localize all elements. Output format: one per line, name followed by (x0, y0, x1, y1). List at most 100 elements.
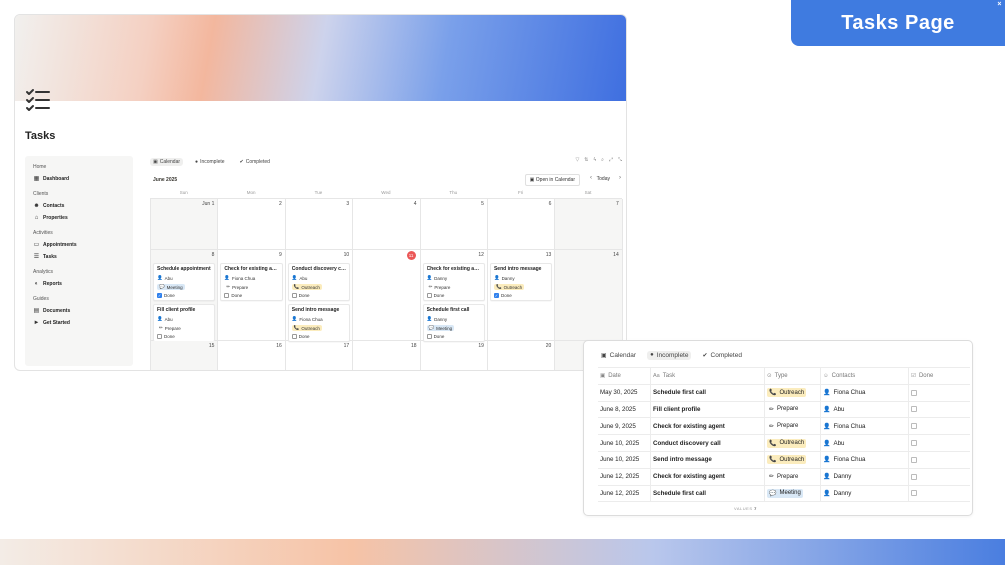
done-checkbox[interactable] (426, 293, 432, 298)
task-cell[interactable]: Schedule first call (651, 384, 765, 401)
task-card[interactable]: Send intro message 👤 Fiona Chua 📞 Outreach Do… (287, 304, 351, 342)
table-row[interactable]: June 8, 2025 Fill client profile ✏ Prepare 👤… (598, 401, 970, 419)
table-row[interactable]: June 10, 2025 Conduct discovery call 📞 Outr… (598, 435, 970, 452)
done-checkbox[interactable] (157, 334, 162, 339)
calendar-day-cell[interactable]: 7 (555, 199, 623, 250)
sidebar-item-dashboard[interactable]: ▦ Dashboard (33, 175, 125, 183)
next-month-button[interactable]: › (619, 175, 621, 181)
tasks-table: ▣ Date Aa Task ⊙ Type ☺ Contacts ☑ Done May 3… (598, 367, 971, 503)
done-checkbox[interactable]: ✓ (493, 293, 499, 298)
expand-icon[interactable]: ⤢ (609, 157, 613, 163)
tab-calendar[interactable]: ▣ Calendar (598, 351, 639, 360)
done-checkbox[interactable] (911, 406, 917, 413)
day-number: 16 (276, 343, 282, 349)
column-header-type[interactable]: ⊙ Type (765, 368, 821, 384)
done-checkbox[interactable] (426, 334, 432, 339)
calendar-day-cell[interactable]: 15 (151, 341, 219, 370)
sidebar-item-label: Appointments (43, 241, 77, 248)
sidebar-item-get-started[interactable]: ► Get Started (33, 319, 125, 326)
column-header-done[interactable]: ☑ Done (909, 368, 971, 384)
calendar-day-cell[interactable]: 10 Conduct discovery call 👤 Abu 📞 Outreach Don… (285, 250, 354, 342)
weekday-label: Wed (381, 190, 391, 195)
prepare-icon: ✏ (226, 284, 231, 289)
tab-calendar[interactable]: ▣ Calendar (150, 157, 184, 166)
sort-icon[interactable]: ⇅ (584, 157, 588, 163)
table-row[interactable]: June 9, 2025 Check for existing agent ✏ Pre… (598, 418, 970, 436)
done-checkbox[interactable]: ✓ (157, 293, 162, 298)
done-checkbox[interactable] (911, 423, 917, 430)
search-icon[interactable]: ⌕ (601, 157, 604, 163)
column-header-contacts[interactable]: ☺ Contacts (821, 368, 909, 384)
contacts-cell: 👤 Fiona Chua (821, 384, 909, 401)
table-row[interactable]: June 10, 2025 Send intro message 📞 Outreach… (598, 451, 970, 469)
done-checkbox[interactable] (291, 334, 297, 339)
task-card[interactable]: Schedule appointment 👤 Abu 💬 Meeting ✓ Done (153, 263, 216, 301)
filter-icon[interactable]: ▽ (575, 157, 579, 163)
column-header-date[interactable]: ▣ Date (598, 368, 651, 384)
calendar-day-cell[interactable]: 14 (555, 250, 623, 341)
day-number: 18 (411, 343, 417, 349)
calendar-day-cell[interactable]: 18 (353, 341, 421, 370)
done-checkbox[interactable] (224, 293, 230, 298)
task-card[interactable]: Conduct discovery call 👤 Abu 📞 Outreach Done (287, 263, 351, 301)
sidebar-item-properties[interactable]: ⌂ Properties (33, 214, 125, 221)
sidebar-item-documents[interactable]: ▤ Documents (33, 307, 125, 315)
task-card[interactable]: Fill client profile 👤 Abu ✏ Prepare Done (153, 304, 216, 342)
prev-month-button[interactable]: ‹ (590, 175, 592, 181)
done-checkbox[interactable] (911, 389, 917, 396)
table-row[interactable]: June 12, 2025 Check for existing agent ✏ Pr… (598, 468, 970, 486)
task-card[interactable]: Check for existing ag... 👤 Danny ✏ Prepare Do… (422, 263, 485, 301)
calendar-day-cell[interactable]: 9 Check for existing ag... 👤 Fiona Chua ✏ Pre… (218, 250, 286, 341)
calendar-day-cell[interactable]: 19 (421, 341, 488, 370)
open-in-calendar-button[interactable]: ▣ Open in Calendar (524, 174, 580, 186)
tab-completed[interactable]: ✔ Completed (699, 351, 744, 360)
task-card[interactable]: Send intro message 👤 Danny 📞 Outreach ✓ Done (489, 263, 553, 301)
task-cell[interactable]: Check for existing agent (651, 418, 765, 435)
calendar-day-cell[interactable]: 12 Check for existing ag... 👤 Danny ✏ Prepare… (420, 250, 488, 342)
tab-incomplete[interactable]: ● Incomplete (647, 350, 692, 360)
type-label: Prepare (232, 284, 249, 290)
task-contact: 👤 Fiona Chua (292, 316, 346, 322)
calendar-day-cell[interactable]: 20 (488, 341, 556, 370)
calendar-day-cell[interactable]: 11 (353, 250, 421, 341)
task-card[interactable]: Schedule first call 👤 Danny 💬 Meeting Done (422, 304, 485, 342)
calendar-day-cell[interactable]: 6 (487, 199, 556, 250)
table-row[interactable]: May 30, 2025 Schedule first call 📞 Outreach… (598, 384, 970, 402)
done-checkbox[interactable] (911, 473, 917, 480)
close-icon[interactable]: × (997, 1, 1002, 8)
task-cell[interactable]: Conduct discovery call (651, 435, 765, 451)
calendar-day-cell[interactable]: 5 (420, 199, 488, 250)
calendar-day-cell[interactable]: 8 Schedule appointment 👤 Abu 💬 Meeting ✓ Done Fi… (151, 250, 219, 342)
task-cell[interactable]: Fill client profile (651, 401, 765, 418)
done-checkbox[interactable] (291, 293, 297, 298)
sidebar-item-label: Get Started (43, 319, 70, 326)
task-cell[interactable]: Check for existing agent (651, 468, 765, 485)
calendar-day-cell[interactable]: 13 Send intro message 👤 Danny 📞 Outreach ✓ Done (487, 250, 556, 341)
today-button[interactable]: Today (597, 176, 610, 182)
type-tag: 📞 Outreach (767, 438, 807, 448)
task-cell[interactable]: Schedule first call (651, 485, 765, 502)
calendar-day-cell[interactable]: 4 (353, 199, 421, 250)
done-checkbox[interactable] (911, 440, 917, 447)
collapse-icon[interactable]: ⤡ (618, 157, 622, 163)
done-checkbox[interactable] (911, 490, 917, 497)
calendar-day-cell[interactable]: 16 (218, 341, 286, 370)
task-cell[interactable]: Send intro message (651, 451, 765, 468)
sidebar-item-tasks[interactable]: ☰ Tasks (33, 253, 125, 261)
calendar-day-cell[interactable]: Jun 1 (151, 199, 219, 250)
done-checkbox[interactable] (911, 456, 917, 463)
contact-name: Danny (434, 275, 448, 281)
sidebar-item-contacts[interactable]: ☻ Contacts (33, 202, 125, 209)
calendar-day-cell[interactable]: 17 (286, 341, 354, 370)
calendar-day-cell[interactable]: 2 (218, 199, 286, 250)
automation-icon[interactable]: ϟ (594, 157, 597, 163)
sidebar-item-appointments[interactable]: ▭ Appointments (33, 241, 125, 249)
calendar-day-cell[interactable]: 3 (285, 199, 354, 250)
tab-incomplete[interactable]: ● Incomplete (192, 158, 228, 166)
tab-completed[interactable]: ✔ Completed (237, 158, 273, 166)
task-card[interactable]: Check for existing ag... 👤 Fiona Chua ✏ Prep… (220, 263, 283, 301)
task-title: Send intro message (493, 266, 542, 272)
column-header-task[interactable]: Aa Task (651, 368, 765, 384)
sidebar-item-reports[interactable]: ◐ Reports (33, 280, 125, 287)
table-row[interactable]: June 12, 2025 Schedule first call 💬 Meeting… (598, 485, 970, 503)
